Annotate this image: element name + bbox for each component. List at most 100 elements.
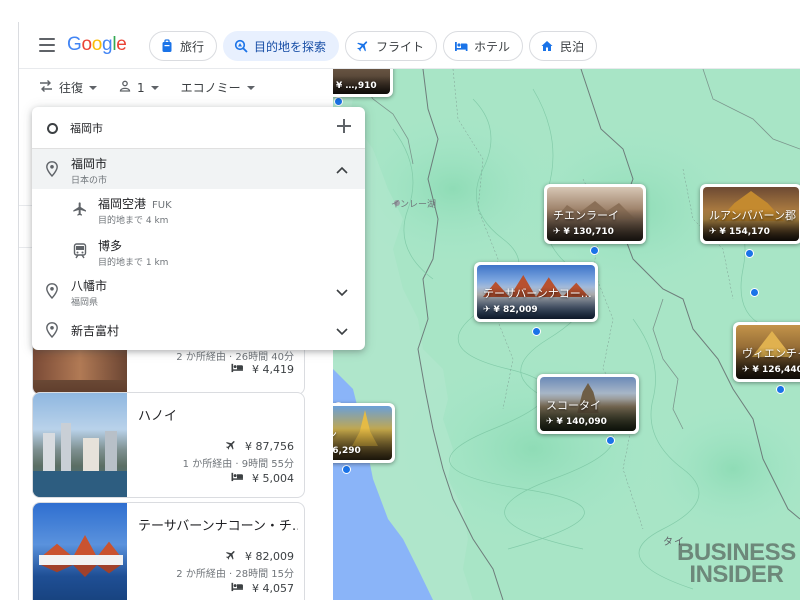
tab-explore[interactable]: 目的地を探索 [223,31,340,61]
suggestion-subtitle: 日本の市 [71,176,108,186]
map-card-price: ✈ ¥ 154,170 [709,227,770,237]
hotel-price-row: ¥ 5,004 [230,471,294,485]
flight-icon: ✈ [709,227,717,237]
location-pin-icon [46,322,58,339]
map-card-name: ルアンパバーン郡 [709,209,797,222]
tab-flights[interactable]: フライト [345,31,438,61]
map-marker[interactable] [342,465,351,474]
suggestion-title: 博多 [98,239,123,253]
map-price-card[interactable]: テーサバーンナコー… ✈ ¥ 82,009 [474,262,598,322]
tab-explore-label: 目的地を探索 [254,39,327,54]
map-card-name: チエンラーイ [553,209,619,222]
chevron-up-icon[interactable] [335,162,349,176]
hotel-bed-icon [230,581,244,595]
map-marker[interactable] [776,385,785,394]
map-card-price: ¥ …,910 [336,81,377,91]
map-price-card[interactable]: ルアンパバーン郡 ✈ ¥ 154,170 [700,184,800,244]
flight-icon: ✈ [553,227,561,237]
map-price-card[interactable]: ン 26,290 [333,403,395,463]
tab-hotels-label: ホテル [474,39,511,54]
origin-input[interactable] [70,117,320,139]
map-price-card[interactable]: スコータイ ✈ ¥ 140,090 [537,374,639,434]
destination-photo [33,503,127,600]
airport-name: 福岡空港 [98,197,147,211]
map-marker[interactable] [745,249,754,258]
result-card[interactable]: ハノイ ¥ 87,756 1 か所経由 · 9時間 55分 ¥ 5,004 [32,392,305,498]
passengers-value: 1 [137,80,145,95]
add-origin-icon[interactable] [337,119,351,133]
chevron-down-icon[interactable] [335,284,349,298]
origin-circle-icon [47,123,58,134]
tab-vacation-rentals-label: 民泊 [560,39,585,54]
suggestion-hakata[interactable]: 博多 目的地まで 1 km [32,231,365,271]
destination-photo [33,393,127,497]
trip-type-value: 往復 [59,81,84,95]
price-text: 26,290 [333,446,361,456]
flight-icon [356,39,370,53]
google-logo[interactable]: Google [67,34,127,56]
suggestion-subtitle: 福岡県 [71,298,99,308]
vacation-home-icon [540,39,554,53]
hotel-price: ¥ 5,004 [252,471,294,485]
map-card-name: テーサバーンナコー… [483,287,592,300]
map-marker[interactable] [334,97,343,106]
flight-details: 2 か所経由 · 28時間 15分 [176,569,294,580]
location-pin-icon [46,283,58,300]
map-price-card[interactable]: チエンラーイ ✈ ¥ 130,710 [544,184,646,244]
chevron-down-icon [150,85,159,90]
airport-code: FUK [152,200,172,211]
suggestion-fukuoka-airport[interactable]: 福岡空港 FUK 目的地まで 4 km [32,189,365,229]
map-marker[interactable] [590,246,599,255]
map-marker[interactable] [606,436,615,445]
explore-map[interactable]: インレー湖 タイ ¥ …,910 チエンラーイ ✈ ¥ 130,710 ルアンパ… [333,69,800,600]
map-card-price: ✈ ¥ 126,440 [742,365,800,375]
product-tabs: 旅行 目的地を探索 フライト ホテル 民泊 [149,31,598,61]
cabin-class-select[interactable]: エコノミー [181,79,255,96]
tab-travel-label: 旅行 [180,39,205,54]
map-card-price: ✈ ¥ 82,009 [483,305,538,315]
person-icon [119,80,131,95]
passengers-select[interactable]: 1 [119,79,159,96]
main-menu-icon[interactable] [39,38,55,52]
suggestion-title: 福岡空港 FUK [98,195,172,212]
price-text: ¥ 130,710 [563,227,614,237]
map-price-card[interactable]: ヴィエンチャ ✈¥ 126,440 [733,322,800,382]
location-pin-icon [46,161,58,178]
suggestion-subtitle: 目的地まで 4 km [98,216,169,226]
map-card-price: 26,290 [333,446,361,456]
swap-arrows-icon [39,80,53,95]
flight-price: ¥ 82,009 [245,550,294,563]
price-text: ¥ 154,170 [719,227,770,237]
hotel-bed-icon [230,471,244,485]
flight-price: ¥ 87,756 [245,440,294,453]
suggestion-shinyoshitomi[interactable]: 新吉富村 [32,311,365,349]
flight-price-row: ¥ 87,756 [225,439,294,454]
map-marker[interactable] [750,288,759,297]
flight-details: 1 か所経由 · 9時間 55分 [182,459,294,470]
hotel-bed-icon [454,39,468,53]
flight-price-row: ¥ 82,009 [225,549,294,564]
map-marker[interactable] [532,327,541,336]
flight-icon [225,439,237,454]
origin-autocomplete-dropdown: 福岡市 日本の市 福岡空港 FUK 目的地まで 4 km 博多 目的地まで 1 k… [32,107,365,350]
hotel-price-row: ¥ 4,419 [230,362,294,376]
suggestion-fukuoka[interactable]: 福岡市 日本の市 [32,149,365,189]
tab-travel[interactable]: 旅行 [149,31,218,61]
map-terrain [333,69,800,600]
hotel-price-row: ¥ 4,057 [230,581,294,595]
suggestion-yawata[interactable]: 八幡市 福岡県 [32,271,365,311]
trip-type-select[interactable]: 往復 [39,79,98,96]
map-card-name: ン [333,426,337,442]
price-text: ¥ 82,009 [493,305,538,315]
suggestion-title: 八幡市 [71,279,108,293]
map-price-card[interactable]: ¥ …,910 [333,69,393,97]
airport-plane-icon [72,201,88,221]
result-card[interactable]: テーサバーンナコーン・チ… ¥ 82,009 2 か所経由 · 28時間 15分… [32,502,305,600]
tab-vacation-rentals[interactable]: 民泊 [529,31,598,61]
search-options: 往復 1 エコノミー [39,79,255,96]
origin-search-row [32,107,365,149]
suggestion-title: 新吉富村 [71,324,120,338]
chevron-down-icon[interactable] [335,323,349,337]
tab-hotels[interactable]: ホテル [443,31,524,61]
flight-icon: ✈ [483,305,491,315]
